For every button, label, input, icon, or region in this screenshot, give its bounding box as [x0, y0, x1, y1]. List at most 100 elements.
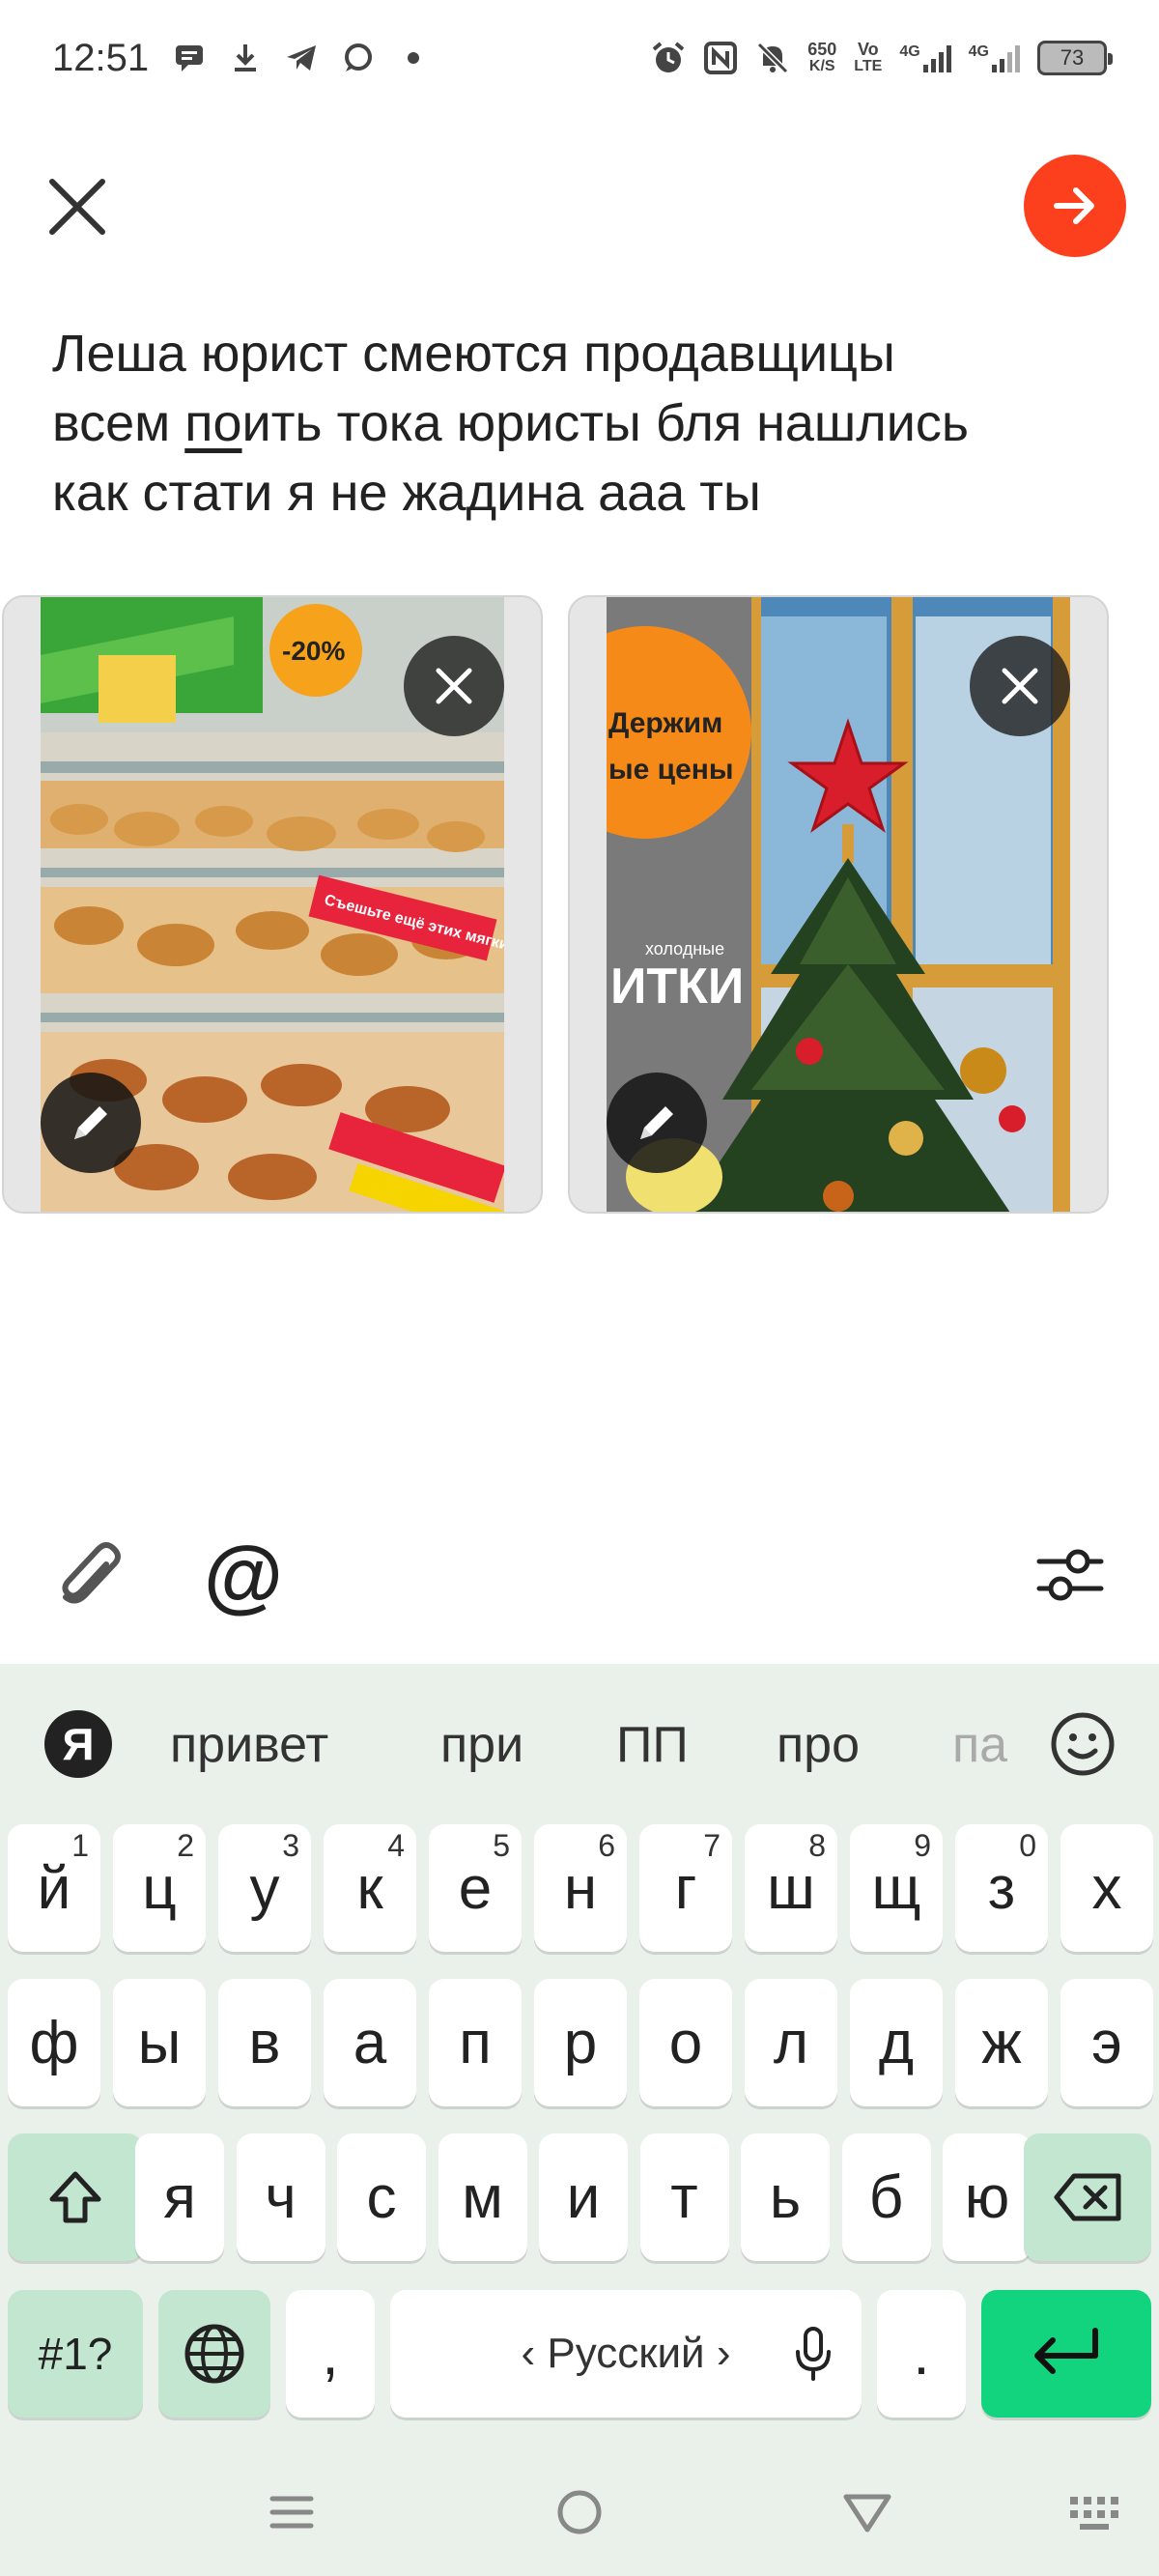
period-key[interactable]: . — [877, 2290, 966, 2418]
pencil-icon — [640, 1106, 673, 1139]
attached-photo-1[interactable]: -20% Съешьте ещё этих мягких — [2, 595, 543, 1214]
enter-arrow-icon — [1034, 2328, 1098, 2374]
message-line: Леша юрист смеются продавщицы — [52, 325, 895, 383]
remove-photo-2-button[interactable] — [970, 636, 1070, 736]
keyboard-hide-icon[interactable] — [1066, 2483, 1124, 2541]
letter-key[interactable]: щ9 — [850, 1824, 943, 1952]
suggestion-item[interactable]: ПП — [616, 1714, 689, 1776]
letter-key[interactable]: й1 — [8, 1824, 100, 1952]
letter-key[interactable]: е5 — [429, 1824, 522, 1952]
letter-key[interactable]: с — [337, 2133, 426, 2261]
comma-key[interactable]: , — [286, 2290, 375, 2418]
key-letter: ш — [767, 1854, 815, 1922]
recent-apps-icon[interactable] — [263, 2483, 321, 2541]
notification-icons — [172, 41, 431, 75]
suggestion-item[interactable]: при — [440, 1714, 523, 1776]
sliders-icon — [1036, 1549, 1104, 1601]
enter-key[interactable] — [981, 2290, 1151, 2418]
letter-key[interactable]: и — [539, 2133, 628, 2261]
edit-photo-2-button[interactable] — [607, 1073, 707, 1173]
signal-sim1: 4G — [899, 43, 951, 72]
letter-key[interactable]: з0 — [955, 1824, 1048, 1952]
symbols-key[interactable]: #1? — [8, 2290, 143, 2418]
key-letter: е — [458, 1854, 493, 1922]
key-letter: щ — [871, 1854, 921, 1922]
letter-key[interactable]: р — [534, 1979, 627, 2106]
mention-button[interactable]: @ — [204, 1534, 283, 1616]
space-key[interactable]: ‹ Русский › — [390, 2290, 862, 2418]
letter-key[interactable]: ф — [8, 1979, 100, 2106]
suggestion-item[interactable]: про — [777, 1714, 860, 1776]
letter-key[interactable]: х — [1060, 1824, 1153, 1952]
system-navigation-bar — [0, 2454, 1159, 2576]
back-icon[interactable] — [838, 2483, 896, 2541]
status-bar: 12:51 650 K/S Vo LTE 4G 4G 73 — [0, 0, 1159, 116]
key-letter: х — [1091, 1854, 1122, 1922]
remove-photo-1-button[interactable] — [404, 636, 504, 736]
edit-photo-1-button[interactable] — [41, 1073, 141, 1173]
network-speed: 650 K/S — [807, 40, 837, 74]
letter-key[interactable]: ш8 — [745, 1824, 837, 1952]
message-line: как стати я не жадина ааа ты — [52, 464, 761, 522]
send-button[interactable] — [1024, 155, 1126, 257]
letter-key[interactable]: ч — [236, 2133, 325, 2261]
svg-text:Держим: Держим — [608, 707, 722, 739]
letter-key[interactable]: б — [841, 2133, 931, 2261]
yandex-keyboard-logo[interactable]: Я — [44, 1710, 112, 1778]
chat-bubble-icon — [340, 41, 375, 75]
letter-key[interactable]: ж — [955, 1979, 1048, 2106]
svg-text:-20%: -20% — [282, 636, 345, 666]
compose-screen: 12:51 650 K/S Vo LTE 4G 4G 73 Леша юрист… — [0, 0, 1159, 2576]
letter-key[interactable]: т — [639, 2133, 729, 2261]
home-icon[interactable] — [551, 2483, 608, 2541]
keyboard: Я привет при ПП про па й1ц2у3к4е5н6г7ш8щ… — [0, 1664, 1159, 2576]
language-key[interactable] — [158, 2290, 270, 2418]
letter-key[interactable]: м — [438, 2133, 527, 2261]
battery-indicator: 73 — [1037, 41, 1113, 75]
letter-key[interactable]: к4 — [324, 1824, 416, 1952]
key-number-hint: 0 — [1019, 1828, 1036, 1863]
letter-key[interactable]: ю — [943, 2133, 1032, 2261]
letter-key[interactable]: а — [324, 1979, 416, 2106]
svg-text:холодные: холодные — [645, 939, 724, 959]
smiley-icon — [1051, 1712, 1115, 1776]
close-button[interactable] — [46, 176, 108, 238]
emoji-button[interactable] — [1049, 1710, 1117, 1778]
suggestion-item[interactable]: па — [952, 1714, 1007, 1776]
globe-icon — [184, 2324, 244, 2384]
letter-key[interactable]: у3 — [218, 1824, 311, 1952]
key-number-hint: 4 — [387, 1828, 405, 1863]
letter-key[interactable]: в — [218, 1979, 311, 2106]
backspace-key[interactable] — [1024, 2133, 1151, 2261]
suggestion-item[interactable]: привет — [170, 1714, 328, 1776]
letter-key[interactable]: ь — [741, 2133, 830, 2261]
letter-key[interactable]: ы — [113, 1979, 206, 2106]
alarm-icon — [651, 41, 686, 75]
letter-key[interactable]: я — [135, 2133, 224, 2261]
letter-key[interactable]: о — [639, 1979, 732, 2106]
letter-key[interactable]: ц2 — [113, 1824, 206, 1952]
signal-bars-icon — [922, 45, 951, 72]
space-language-label: ‹ Русский › — [521, 2330, 731, 2377]
microphone-icon[interactable] — [794, 2325, 833, 2383]
settings-button[interactable] — [1032, 1536, 1109, 1614]
key-letter: з — [987, 1854, 1016, 1922]
message-text-area[interactable]: Леша юрист смеются продавщицы всем поить… — [52, 319, 1124, 528]
letter-key[interactable]: э — [1060, 1979, 1153, 2106]
key-letter: ц — [142, 1854, 177, 1922]
attached-photo-2[interactable]: Держим ые цены холодные ИТКИ — [568, 595, 1109, 1214]
key-number-hint: 2 — [177, 1828, 194, 1863]
letter-key[interactable]: д — [850, 1979, 943, 2106]
mute-icon — [755, 41, 790, 75]
letter-key[interactable]: п — [429, 1979, 522, 2106]
key-number-hint: 6 — [598, 1828, 615, 1863]
attach-button[interactable] — [52, 1536, 129, 1614]
svg-text:ИТКИ: ИТКИ — [610, 959, 744, 1015]
suggestion-bar: Я привет при ПП про па — [0, 1664, 1159, 1818]
letter-key[interactable]: н6 — [534, 1824, 627, 1952]
paperclip-icon — [62, 1542, 121, 1604]
close-icon — [1002, 668, 1038, 704]
shift-key[interactable] — [8, 2133, 143, 2261]
letter-key[interactable]: г7 — [639, 1824, 732, 1952]
letter-key[interactable]: л — [745, 1979, 837, 2106]
